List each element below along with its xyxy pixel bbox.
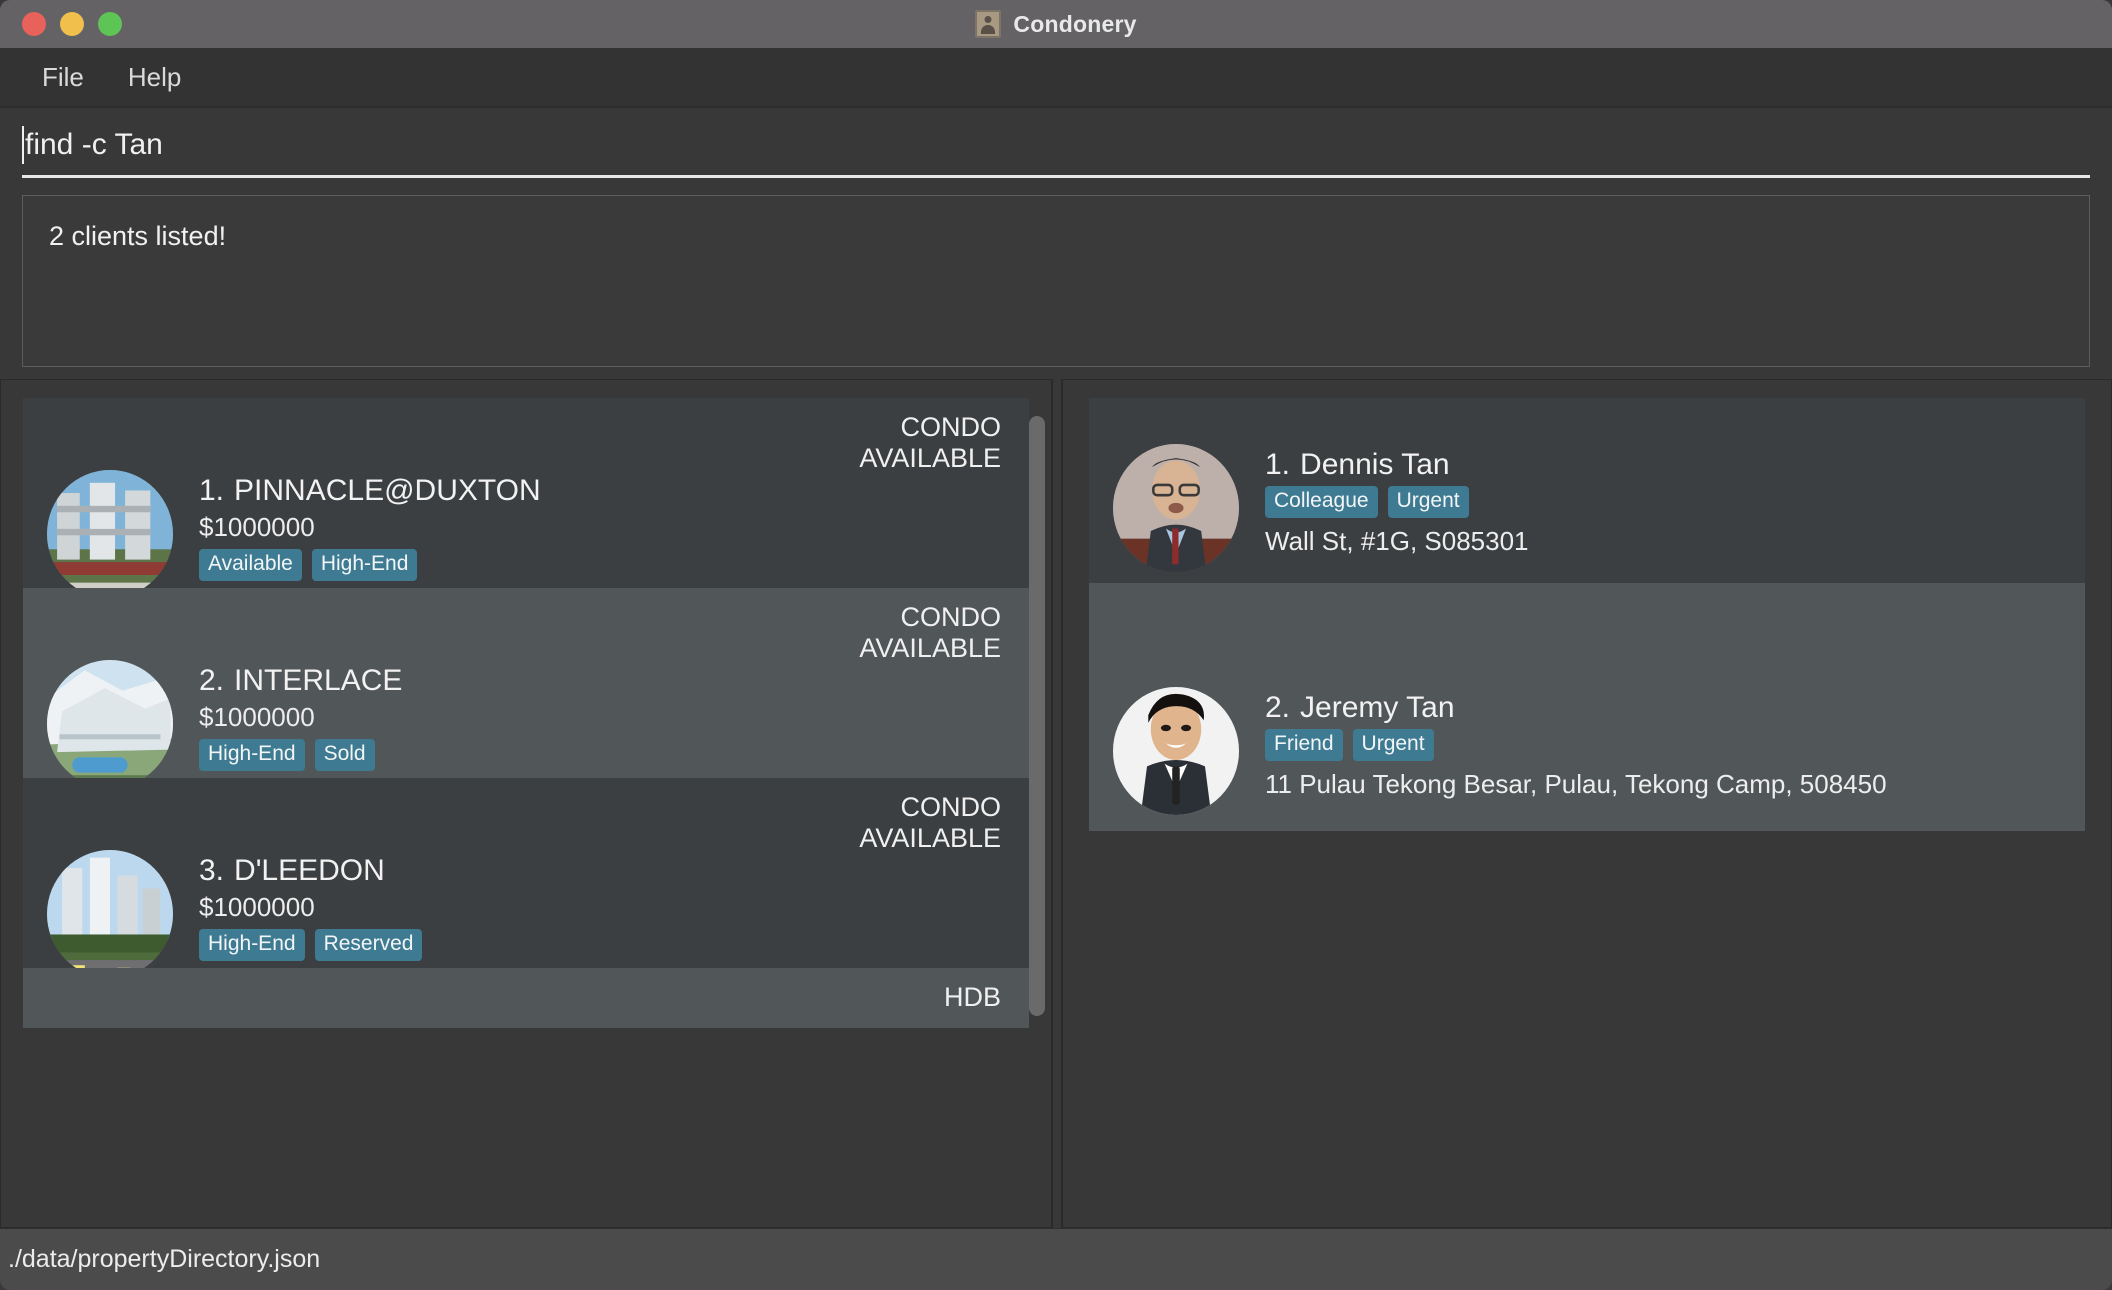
property-list-view[interactable]: CONDO AVAILABLE 1. PINNACLE@DUXTON $1000… bbox=[1, 380, 1051, 1227]
client-card[interactable]: 1. Dennis Tan Colleague Urgent Wall St, #… bbox=[1089, 398, 2085, 583]
menu-item-help[interactable]: Help bbox=[110, 56, 199, 99]
property-list-scrollbar[interactable] bbox=[1029, 398, 1045, 1217]
property-type: HDB bbox=[943, 982, 1001, 1012]
menu-item-file[interactable]: File bbox=[24, 56, 102, 99]
property-name: PINNACLE@DUXTON bbox=[234, 474, 541, 507]
client-photo bbox=[1113, 687, 1239, 815]
property-photo bbox=[47, 660, 173, 778]
property-card[interactable]: CONDO AVAILABLE bbox=[23, 588, 1029, 778]
property-index: 3. bbox=[199, 854, 225, 887]
maximize-window-button[interactable] bbox=[98, 12, 122, 36]
client-tag: Colleague bbox=[1265, 486, 1378, 518]
command-box: find -c Tan bbox=[0, 108, 2112, 185]
property-title: 2. INTERLACE bbox=[199, 664, 1005, 698]
property-card[interactable]: CONDO AVAILABLE bbox=[23, 778, 1029, 968]
property-price: $1000000 bbox=[199, 892, 315, 922]
client-tags: Colleague Urgent bbox=[1265, 486, 2061, 518]
result-display-box: 2 clients listed! bbox=[22, 195, 2090, 367]
property-tags: Available High-End bbox=[199, 549, 1005, 581]
property-price: $1000000 bbox=[199, 512, 315, 542]
property-tag: Sold bbox=[314, 739, 375, 771]
scrollbar-thumb[interactable] bbox=[1029, 416, 1045, 1016]
property-tag: Reserved bbox=[314, 929, 423, 961]
result-message: 2 clients listed! bbox=[49, 221, 227, 251]
client-address: Wall St, #1G, S085301 bbox=[1265, 525, 1529, 556]
client-card[interactable]: 2. Jeremy Tan Friend Urgent 11 Pulau Teko… bbox=[1089, 583, 2085, 831]
client-name: Jeremy Tan bbox=[1300, 691, 1455, 724]
client-index: 2. bbox=[1265, 691, 1291, 724]
result-display-wrapper: 2 clients listed! bbox=[0, 185, 2112, 379]
save-location-path: ./data/propertyDirectory.json bbox=[8, 1245, 321, 1273]
property-tags: High-End Sold bbox=[199, 739, 1005, 771]
property-title: 3. D'LEEDON bbox=[199, 854, 1005, 888]
minimize-window-button[interactable] bbox=[60, 12, 84, 36]
client-name: Dennis Tan bbox=[1300, 448, 1450, 481]
client-title: 1. Dennis Tan bbox=[1265, 448, 2061, 482]
property-meta: HDB bbox=[944, 982, 1001, 1013]
property-list-panel: CONDO AVAILABLE 1. PINNACLE@DUXTON $1000… bbox=[0, 379, 1052, 1228]
window-controls bbox=[0, 12, 122, 36]
property-photo bbox=[47, 850, 173, 968]
property-photo bbox=[47, 470, 173, 588]
client-photo bbox=[1113, 444, 1239, 572]
status-bar: ./data/propertyDirectory.json bbox=[0, 1228, 2112, 1290]
client-tags: Friend Urgent bbox=[1265, 729, 2061, 761]
client-tag: Friend bbox=[1265, 729, 1343, 761]
client-tag: Urgent bbox=[1352, 729, 1434, 761]
close-window-button[interactable] bbox=[22, 12, 46, 36]
client-address: 11 Pulau Tekong Besar, Pulau, Tekong Cam… bbox=[1265, 768, 1887, 799]
property-index: 2. bbox=[199, 664, 225, 697]
client-title: 2. Jeremy Tan bbox=[1265, 691, 2061, 725]
property-tag: Available bbox=[199, 549, 302, 581]
property-tag: High-End bbox=[199, 739, 305, 771]
command-input-value: find -c Tan bbox=[25, 128, 163, 161]
menu-bar: File Help bbox=[0, 48, 2112, 108]
title-bar: Condonery bbox=[0, 0, 2112, 48]
window-title: Condonery bbox=[1013, 10, 1137, 37]
property-name: D'LEEDON bbox=[234, 854, 385, 887]
client-list-view[interactable]: 1. Dennis Tan Colleague Urgent Wall St, #… bbox=[1063, 380, 2111, 1227]
client-index: 1. bbox=[1265, 448, 1291, 481]
property-card[interactable]: HDB bbox=[23, 968, 1029, 1028]
property-index: 1. bbox=[199, 474, 225, 507]
window-title-group: Condonery bbox=[0, 0, 2112, 48]
client-list-panel: 1. Dennis Tan Colleague Urgent Wall St, #… bbox=[1062, 379, 2112, 1228]
client-tag: Urgent bbox=[1387, 486, 1469, 518]
property-price: $1000000 bbox=[199, 702, 315, 732]
command-input[interactable]: find -c Tan bbox=[22, 116, 2090, 178]
application-window: Condonery File Help find -c Tan 2 client… bbox=[0, 0, 2112, 1290]
property-tags: High-End Reserved bbox=[199, 929, 1005, 961]
address-book-icon bbox=[975, 10, 1002, 38]
property-card[interactable]: CONDO AVAILABLE bbox=[23, 398, 1029, 588]
property-tag: High-End bbox=[311, 549, 418, 581]
main-panels: CONDO AVAILABLE 1. PINNACLE@DUXTON $1000… bbox=[0, 379, 2112, 1228]
text-caret bbox=[22, 126, 24, 164]
property-tag: High-End bbox=[199, 929, 305, 961]
property-title: 1. PINNACLE@DUXTON bbox=[199, 474, 1005, 508]
panel-divider[interactable] bbox=[1052, 379, 1062, 1228]
property-name: INTERLACE bbox=[234, 664, 403, 697]
